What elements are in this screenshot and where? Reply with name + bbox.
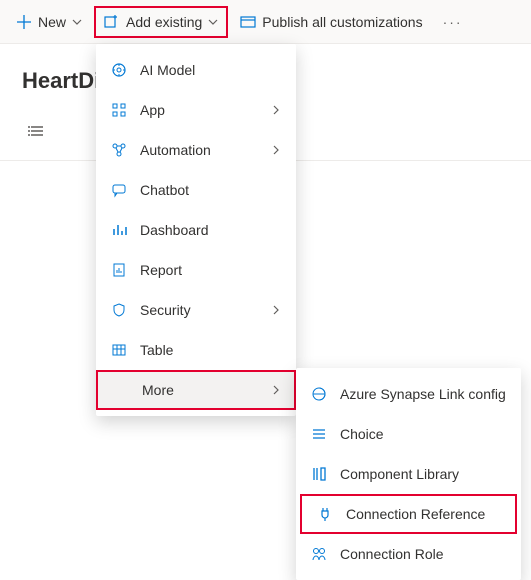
menu-item-choice[interactable]: Choice <box>296 414 521 454</box>
chevron-right-icon <box>272 385 280 395</box>
synapse-icon <box>310 385 328 403</box>
connection-ref-icon <box>316 505 334 523</box>
publish-icon <box>240 14 256 30</box>
ai-model-icon <box>110 61 128 79</box>
overflow-button[interactable]: ··· <box>435 8 471 36</box>
more-label: More <box>142 382 272 398</box>
add-existing-label: Add existing <box>126 14 202 30</box>
menu-item-more[interactable]: More <box>96 370 296 410</box>
menu-item-dashboard[interactable]: Dashboard <box>96 210 296 250</box>
app-icon <box>110 101 128 119</box>
publish-label: Publish all customizations <box>262 14 422 30</box>
menu-item-label: AI Model <box>140 62 282 78</box>
menu-item-connection-role[interactable]: Connection Role <box>296 534 521 574</box>
dashboard-icon <box>110 221 128 239</box>
menu-item-label: Connection Reference <box>346 506 501 522</box>
menu-item-label: Security <box>140 302 258 318</box>
more-submenu: Azure Synapse Link config Choice Compone… <box>296 368 521 580</box>
menu-item-synapse[interactable]: Azure Synapse Link config <box>296 374 521 414</box>
command-bar: New Add existing Publish all customizati… <box>0 0 531 44</box>
menu-item-label: App <box>140 102 258 118</box>
chevron-down-icon <box>208 17 218 27</box>
menu-item-table[interactable]: Table <box>96 330 296 370</box>
menu-item-component-library[interactable]: Component Library <box>296 454 521 494</box>
menu-item-label: Chatbot <box>140 182 282 198</box>
chevron-right-icon <box>270 105 282 115</box>
menu-item-label: Azure Synapse Link config <box>340 386 507 402</box>
menu-item-ai-model[interactable]: AI Model <box>96 50 296 90</box>
security-icon <box>110 301 128 319</box>
menu-item-label: Dashboard <box>140 222 282 238</box>
menu-item-label: Choice <box>340 426 507 442</box>
connection-role-icon <box>310 545 328 563</box>
automation-icon <box>110 141 128 159</box>
add-existing-menu: AI Model App Automation Chatbot Dashboar… <box>96 44 296 416</box>
plus-icon <box>16 14 32 30</box>
menu-item-report[interactable]: Report <box>96 250 296 290</box>
menu-item-app[interactable]: App <box>96 90 296 130</box>
menu-item-label: Component Library <box>340 466 507 482</box>
add-existing-button[interactable]: Add existing <box>94 6 228 38</box>
chevron-right-icon <box>270 305 282 315</box>
menu-item-label: Report <box>140 262 282 278</box>
chevron-right-icon <box>270 145 282 155</box>
new-button[interactable]: New <box>8 8 90 36</box>
list-icon <box>28 122 46 140</box>
table-icon <box>110 341 128 359</box>
menu-item-automation[interactable]: Automation <box>96 130 296 170</box>
chatbot-icon <box>110 181 128 199</box>
publish-button[interactable]: Publish all customizations <box>232 8 430 36</box>
menu-item-security[interactable]: Security <box>96 290 296 330</box>
menu-item-label: Table <box>140 342 282 358</box>
component-library-icon <box>310 465 328 483</box>
menu-item-connection-reference[interactable]: Connection Reference <box>300 494 517 534</box>
more-horizontal-icon: ··· <box>443 14 463 30</box>
chevron-down-icon <box>72 17 82 27</box>
report-icon <box>110 261 128 279</box>
add-existing-icon <box>104 14 120 30</box>
choice-icon <box>310 425 328 443</box>
menu-item-label: Connection Role <box>340 546 507 562</box>
new-label: New <box>38 14 66 30</box>
menu-item-label: Automation <box>140 142 258 158</box>
menu-item-chatbot[interactable]: Chatbot <box>96 170 296 210</box>
